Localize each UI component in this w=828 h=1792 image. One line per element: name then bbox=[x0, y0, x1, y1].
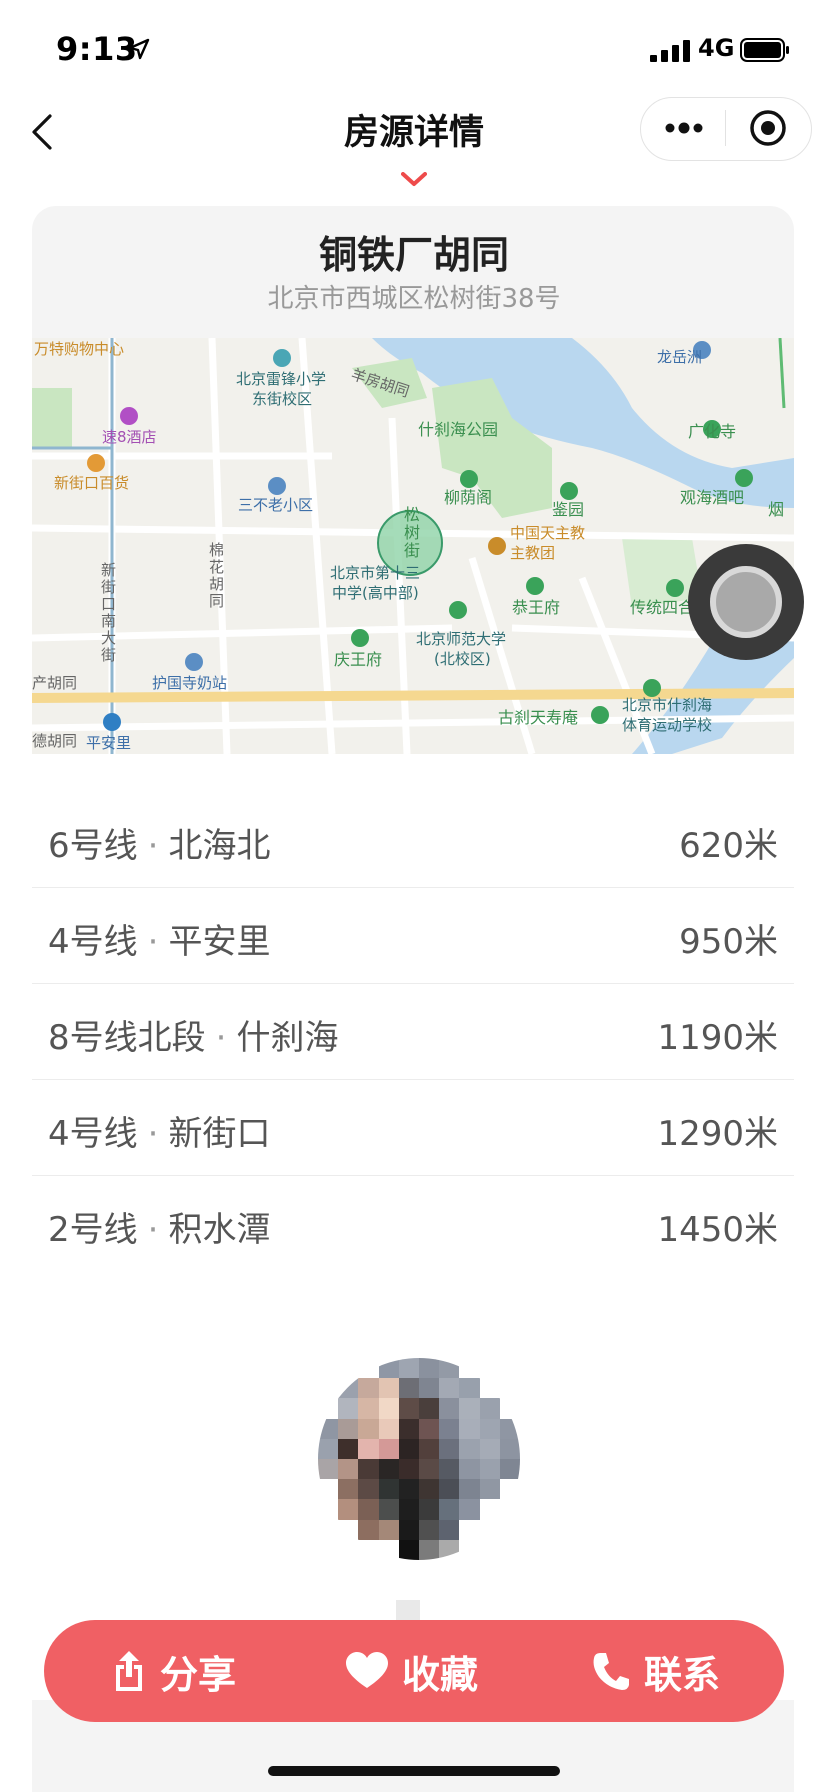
subway-distance: 1290米 bbox=[657, 1114, 778, 1154]
subway-row: 8号线北段 · 什刹海 1190米 bbox=[32, 984, 794, 1080]
map-label: 棉花胡同 bbox=[207, 542, 225, 610]
subway-line: 2号线 bbox=[48, 1210, 138, 1250]
map-label: 三不老小区 bbox=[238, 496, 314, 514]
map-label: 龙岳洲 bbox=[657, 348, 703, 366]
subway-station: 平安里 bbox=[168, 922, 271, 962]
subway-line: 6号线 bbox=[48, 826, 138, 866]
map-label: 护国寺奶站 bbox=[152, 674, 228, 692]
subway-row: 4号线 · 平安里 950米 bbox=[32, 888, 794, 984]
share-icon bbox=[116, 1651, 142, 1691]
map-label: 新街口百货 bbox=[54, 474, 130, 492]
map-label: 北京市什刹海 bbox=[622, 696, 713, 714]
subway-distance: 620米 bbox=[679, 826, 778, 866]
status-time: 9:13 bbox=[56, 30, 138, 68]
signal-icon bbox=[650, 40, 690, 62]
location-arrow-icon bbox=[128, 38, 150, 60]
subway-row: 6号线 · 北海北 620米 bbox=[32, 792, 794, 888]
network-type: 4G bbox=[698, 34, 735, 62]
park-west bbox=[32, 388, 72, 448]
target-icon[interactable] bbox=[748, 108, 788, 148]
separator: · bbox=[147, 826, 159, 866]
subway-line-station: 6号线 · 北海北 bbox=[48, 818, 270, 867]
avatar-pixels bbox=[318, 1358, 520, 1560]
map-label: 德胡同 bbox=[32, 732, 78, 750]
subway-station: 什刹海 bbox=[236, 1018, 339, 1058]
separator: · bbox=[215, 1018, 227, 1058]
contact-button[interactable]: 联系 bbox=[592, 1620, 720, 1722]
share-label: 分享 bbox=[160, 1652, 237, 1697]
location-pin-icon bbox=[401, 172, 427, 186]
map-label: 中学(高中部) bbox=[332, 584, 419, 602]
subway-station: 北海北 bbox=[168, 826, 271, 866]
map-label: 鉴园 bbox=[552, 500, 585, 519]
map-label: 北京雷锋小学 bbox=[236, 370, 327, 388]
property-name: 铜铁厂胡同 bbox=[318, 233, 509, 277]
phone-icon bbox=[593, 1653, 629, 1690]
battery-icon bbox=[740, 38, 789, 62]
map-label: 东街校区 bbox=[252, 390, 313, 408]
subway-station: 积水潭 bbox=[168, 1210, 271, 1250]
subway-row: 2号线 · 积水潭 1450米 bbox=[32, 1176, 794, 1271]
separator: · bbox=[147, 1210, 159, 1250]
map-label: 庆王府 bbox=[334, 650, 383, 669]
subway-line: 4号线 bbox=[48, 922, 138, 962]
map-label: 观海酒吧 bbox=[680, 488, 745, 507]
subway-distance: 950米 bbox=[679, 922, 778, 962]
avatar[interactable] bbox=[318, 1358, 520, 1560]
map-label: 烟 bbox=[768, 500, 785, 519]
favorite-button[interactable]: 收藏 bbox=[346, 1620, 478, 1722]
heart-icon bbox=[346, 1652, 388, 1688]
subway-list: 6号线 · 北海北 620米 4号线 · 平安里 950米 8号线北段 · 什刹海 1190… bbox=[32, 792, 794, 1271]
subway-distance: 1450米 bbox=[657, 1210, 778, 1250]
more-icon[interactable] bbox=[662, 110, 706, 146]
subway-line-station: 8号线北段 · 什刹海 bbox=[48, 1010, 338, 1059]
subway-line: 4号线 bbox=[48, 1114, 138, 1154]
map-label: 中国天主教 bbox=[510, 524, 586, 542]
map-label: 古刹天寿庵 bbox=[498, 708, 579, 727]
subway-line-station: 4号线 · 新街口 bbox=[48, 1106, 270, 1155]
subway-row: 4号线 · 新街口 1290米 bbox=[32, 1080, 794, 1176]
map-label: 产胡同 bbox=[32, 674, 78, 692]
map-label: 恭王府 bbox=[512, 598, 561, 617]
map-label: 柳荫阁 bbox=[444, 488, 493, 507]
map-label: 万特购物中心 bbox=[34, 340, 125, 358]
favorite-label: 收藏 bbox=[402, 1652, 479, 1697]
map-label: 北京市第十三 bbox=[330, 564, 421, 582]
contact-label: 联系 bbox=[644, 1652, 721, 1697]
subway-line-station: 4号线 · 平安里 bbox=[48, 914, 270, 963]
map-label: 传统四合 bbox=[630, 598, 695, 617]
property-address: 北京市西城区松树街38号 bbox=[267, 284, 561, 314]
share-button[interactable]: 分享 bbox=[112, 1620, 236, 1722]
capsule-divider bbox=[725, 110, 726, 146]
map-label: 体育运动学校 bbox=[622, 716, 713, 734]
separator: · bbox=[147, 922, 159, 962]
home-indicator bbox=[268, 1766, 560, 1776]
map-label: (北校区) bbox=[434, 650, 491, 668]
subway-station: 新街口 bbox=[168, 1114, 271, 1154]
subway-line: 8号线北段 bbox=[48, 1018, 206, 1058]
map[interactable]: 万特购物中心 北京雷锋小学 东街校区 羊房胡同 什刹海公园 龙岳洲 广化寺 速8… bbox=[32, 338, 794, 754]
map-label: 主教团 bbox=[510, 544, 556, 562]
subway-distance: 1190米 bbox=[657, 1018, 778, 1058]
map-label: 速8酒店 bbox=[102, 428, 157, 446]
map-label: 平安里 bbox=[86, 734, 132, 752]
map-label: 什刹海公园 bbox=[418, 420, 499, 439]
map-label: 松树街 bbox=[401, 506, 420, 560]
separator: · bbox=[147, 1114, 159, 1154]
subway-line-station: 2号线 · 积水潭 bbox=[48, 1202, 270, 1251]
map-label: 北京师范大学 bbox=[416, 630, 507, 648]
floating-record-button-inner bbox=[710, 566, 782, 638]
map-label: 新街口南大街 bbox=[99, 562, 117, 664]
map-label: 广化寺 bbox=[688, 422, 737, 441]
